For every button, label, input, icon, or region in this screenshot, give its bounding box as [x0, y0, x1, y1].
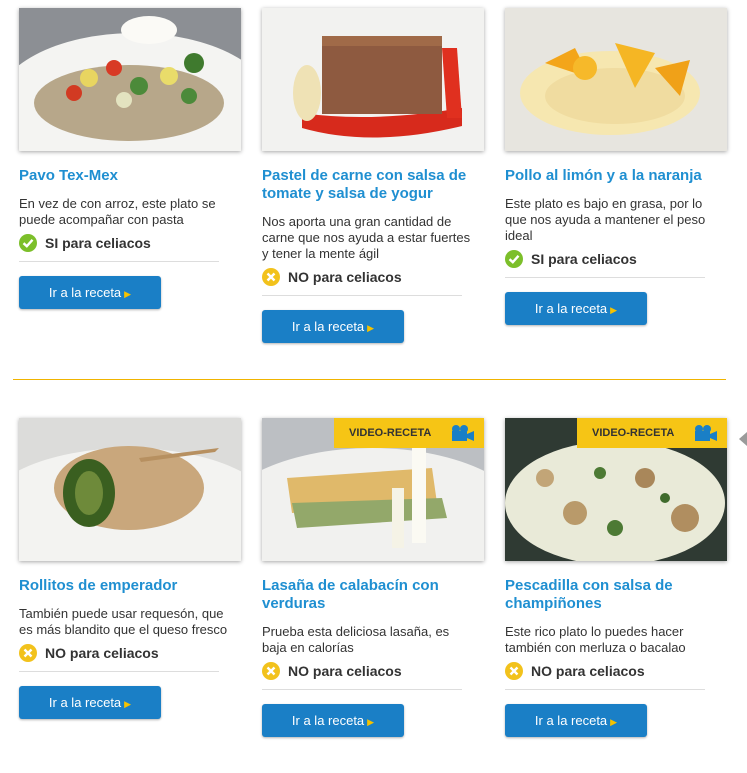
arrow-right-icon: ▶: [124, 289, 132, 299]
check-icon: [505, 250, 523, 268]
recipe-description: También puede usar requesón, que es más …: [19, 606, 228, 637]
recipe-photo[interactable]: [505, 8, 727, 151]
recipe-photo[interactable]: [19, 8, 241, 151]
view-recipe-button[interactable]: Ir a la receta ▶: [505, 704, 647, 737]
recipe-title[interactable]: Pastel de carne con salsa de tomate y sa…: [262, 167, 484, 203]
celiac-status: NO para celiacos: [19, 644, 241, 662]
video-camera-icon: [695, 425, 717, 441]
recipe-card: Pavo Tex-Mex En vez de con arroz, este p…: [19, 8, 241, 309]
row-divider: [13, 379, 726, 380]
video-camera-icon: [452, 425, 474, 441]
celiac-label: SI para celiacos: [531, 251, 637, 267]
separator: [19, 671, 219, 672]
recipe-photo[interactable]: VIDEO-RECETA: [505, 418, 727, 561]
celiac-label: NO para celiacos: [531, 663, 645, 679]
separator: [505, 277, 705, 278]
scroll-arrow-icon[interactable]: [739, 432, 747, 446]
recipe-title[interactable]: Pollo al limón y a la naranja: [505, 167, 727, 185]
celiac-label: SI para celiacos: [45, 235, 151, 251]
video-recipe-badge[interactable]: VIDEO-RECETA: [334, 418, 484, 448]
arrow-right-icon: ▶: [124, 699, 132, 709]
recipe-description: Este rico plato lo puedes hacer también …: [505, 624, 686, 655]
cross-icon: [19, 644, 37, 662]
recipe-title[interactable]: Pavo Tex-Mex: [19, 167, 241, 185]
check-icon: [19, 234, 37, 252]
celiac-label: NO para celiacos: [288, 269, 402, 285]
celiac-status: NO para celiacos: [262, 268, 484, 286]
celiac-status: SI para celiacos: [19, 234, 241, 252]
arrow-right-icon: ▶: [367, 717, 375, 727]
separator: [262, 689, 462, 690]
arrow-right-icon: ▶: [367, 323, 375, 333]
recipe-photo[interactable]: VIDEO-RECETA: [262, 418, 484, 561]
cross-icon: [262, 662, 280, 680]
recipe-description: Nos aporta una gran cantidad de carne qu…: [262, 214, 471, 261]
separator: [262, 295, 462, 296]
arrow-right-icon: ▶: [610, 305, 618, 315]
recipe-card: VIDEO-RECETA Lasaña de calabacín con ver…: [262, 418, 484, 737]
view-recipe-button[interactable]: Ir a la receta ▶: [262, 704, 404, 737]
celiac-status: NO para celiacos: [505, 662, 727, 680]
cross-icon: [262, 268, 280, 286]
view-recipe-button[interactable]: Ir a la receta ▶: [262, 310, 404, 343]
recipe-card: Pollo al limón y a la naranja Este plato…: [505, 8, 727, 325]
recipe-photo[interactable]: [19, 418, 241, 561]
view-recipe-button[interactable]: Ir a la receta ▶: [505, 292, 647, 325]
separator: [19, 261, 219, 262]
recipe-description: En vez de con arroz, este plato se puede…: [19, 196, 216, 227]
separator: [505, 689, 705, 690]
recipe-title[interactable]: Pescadilla con salsa de champiñones: [505, 577, 727, 613]
arrow-right-icon: ▶: [610, 717, 618, 727]
recipe-card: Pastel de carne con salsa de tomate y sa…: [262, 8, 484, 343]
view-recipe-button[interactable]: Ir a la receta ▶: [19, 276, 161, 309]
recipe-title[interactable]: Lasaña de calabacín con verduras: [262, 577, 484, 613]
recipe-card: Rollitos de emperador También puede usar…: [19, 418, 241, 719]
celiac-label: NO para celiacos: [45, 645, 159, 661]
cross-icon: [505, 662, 523, 680]
celiac-status: NO para celiacos: [262, 662, 484, 680]
recipe-card: VIDEO-RECETA Pescadilla con salsa de cha…: [505, 418, 727, 737]
view-recipe-button[interactable]: Ir a la receta ▶: [19, 686, 161, 719]
celiac-status: SI para celiacos: [505, 250, 727, 268]
recipe-description: Este plato es bajo en grasa, por lo que …: [505, 196, 706, 243]
recipe-description: Prueba esta deliciosa lasaña, es baja en…: [262, 624, 450, 655]
recipe-title[interactable]: Rollitos de emperador: [19, 577, 241, 595]
celiac-label: NO para celiacos: [288, 663, 402, 679]
recipe-photo[interactable]: [262, 8, 484, 151]
video-recipe-badge[interactable]: VIDEO-RECETA: [577, 418, 727, 448]
